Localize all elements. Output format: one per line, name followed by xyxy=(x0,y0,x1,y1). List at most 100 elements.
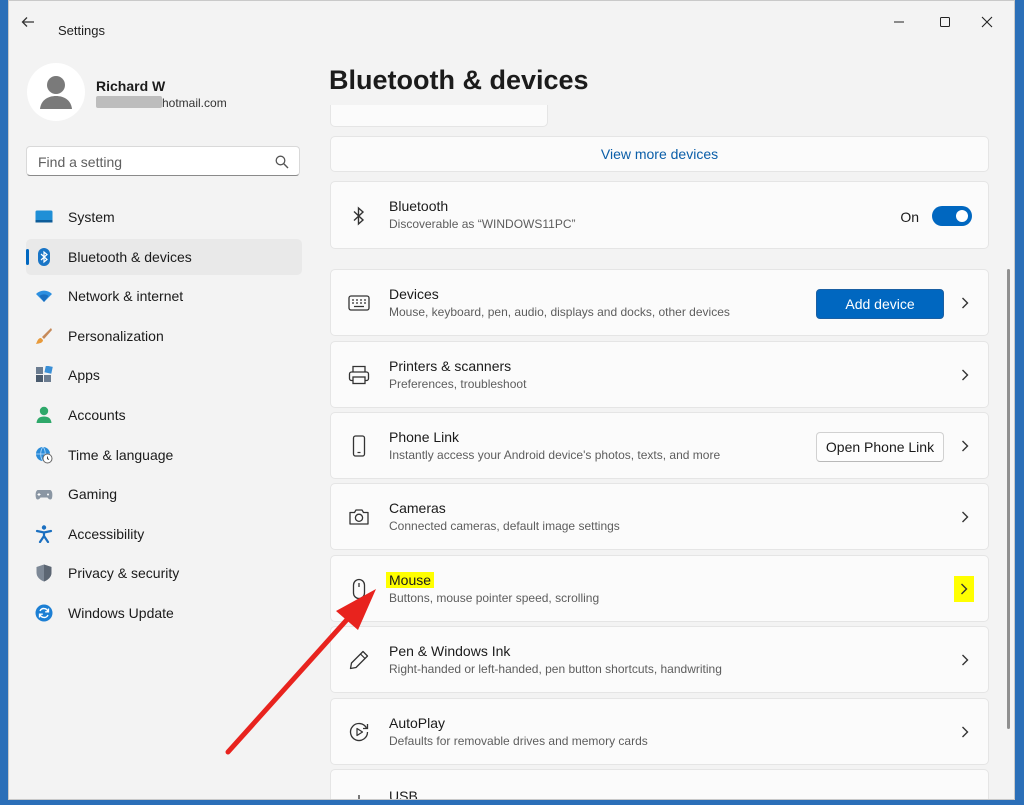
chevron-right-icon xyxy=(962,297,969,309)
close-icon xyxy=(981,16,993,28)
add-device-button[interactable]: Add device xyxy=(816,289,944,319)
sidebar-item-label: Bluetooth & devices xyxy=(68,248,192,265)
sidebar-item-label: Personalization xyxy=(68,327,164,344)
bluetooth-icon xyxy=(38,247,50,266)
email-redaction xyxy=(96,96,162,108)
maximize-icon xyxy=(940,17,950,27)
row-mouse[interactable]: Mouse Buttons, mouse pointer speed, scro… xyxy=(330,555,989,622)
globe-clock-icon xyxy=(36,446,53,464)
app-title: Settings xyxy=(58,23,105,38)
camera-icon xyxy=(349,509,369,525)
sidebar-nav: System Bluetooth & devices Network & int… xyxy=(26,199,302,635)
row-autoplay[interactable]: AutoPlay Defaults for removable drives a… xyxy=(330,698,989,765)
bluetooth-card: Bluetooth Discoverable as “WINDOWS11PC” … xyxy=(330,181,989,249)
open-phone-link-button[interactable]: Open Phone Link xyxy=(816,432,944,462)
row-desc: Instantly access your Android device's p… xyxy=(389,448,721,462)
sidebar-item-personalization[interactable]: Personalization xyxy=(26,318,302,354)
close-button[interactable] xyxy=(964,7,1010,37)
brush-icon xyxy=(36,327,52,344)
sidebar-item-gaming[interactable]: Gaming xyxy=(26,476,302,512)
device-card-partial xyxy=(330,105,548,127)
row-printers-scanners[interactable]: Printers & scanners Preferences, trouble… xyxy=(330,341,989,408)
row-desc: Defaults for removable drives and memory… xyxy=(389,734,648,748)
user-email-suffix: hotmail.com xyxy=(162,96,227,110)
row-title: Printers & scanners xyxy=(389,358,512,374)
avatar[interactable] xyxy=(27,63,85,121)
sidebar-item-label: Accounts xyxy=(68,406,126,423)
minimize-icon xyxy=(894,21,904,23)
title-bar: Settings xyxy=(9,1,1014,41)
chevron-right-icon xyxy=(961,583,968,595)
view-more-devices-link[interactable]: View more devices xyxy=(601,146,718,162)
row-cameras[interactable]: Cameras Connected cameras, default image… xyxy=(330,483,989,550)
bluetooth-title: Bluetooth xyxy=(389,198,449,214)
row-title: Pen & Windows Ink xyxy=(389,643,511,659)
chevron-right-icon xyxy=(962,511,969,523)
sidebar-item-label: Apps xyxy=(68,367,100,384)
gamepad-icon xyxy=(35,490,53,500)
row-desc: Connected cameras, default image setting… xyxy=(389,519,620,533)
sidebar-item-label: Time & language xyxy=(68,446,174,463)
minimize-button[interactable] xyxy=(876,7,922,37)
search-icon[interactable] xyxy=(275,155,289,169)
page-title: Bluetooth & devices xyxy=(329,65,589,95)
sidebar-item-label: System xyxy=(68,209,115,225)
search-input[interactable] xyxy=(36,152,270,172)
search-box[interactable] xyxy=(26,146,300,176)
chevron-right-icon xyxy=(962,654,969,666)
row-title: Mouse xyxy=(386,572,435,588)
keyboard-icon xyxy=(348,295,370,311)
sidebar-item-bluetooth[interactable]: Bluetooth & devices xyxy=(26,238,302,275)
chevron-right-icon xyxy=(962,369,969,381)
sidebar-item-windows-update[interactable]: Windows Update xyxy=(26,595,302,631)
bluetooth-icon xyxy=(353,206,365,226)
sidebar-item-time-language[interactable]: Time & language xyxy=(26,437,302,473)
row-title: Phone Link xyxy=(389,429,460,445)
row-title: Devices xyxy=(389,286,439,302)
pen-icon xyxy=(349,650,369,670)
row-desc: Buttons, mouse pointer speed, scrolling xyxy=(389,591,600,605)
mouse-icon xyxy=(352,578,366,600)
chevron-right-icon xyxy=(962,440,969,452)
row-title: USB xyxy=(389,788,418,800)
row-desc: Preferences, troubleshoot xyxy=(389,377,527,391)
row-desc: Mouse, keyboard, pen, audio, displays an… xyxy=(389,305,730,319)
bluetooth-toggle-state: On xyxy=(900,209,919,225)
system-icon xyxy=(35,210,53,223)
row-devices[interactable]: Devices Mouse, keyboard, pen, audio, dis… xyxy=(330,269,989,336)
settings-window: Settings Richard W hotmail.com System Bl xyxy=(8,0,1015,800)
view-more-devices-card[interactable]: View more devices xyxy=(330,136,989,172)
back-arrow-icon xyxy=(21,17,34,27)
sidebar-item-system[interactable]: System xyxy=(26,199,302,235)
sidebar-item-network[interactable]: Network & internet xyxy=(26,278,302,314)
autoplay-icon xyxy=(349,722,369,742)
chevron-highlight[interactable] xyxy=(954,576,974,602)
phone-icon xyxy=(352,435,366,457)
printer-icon xyxy=(348,365,370,385)
apps-icon xyxy=(36,366,53,383)
sidebar-item-label: Privacy & security xyxy=(68,565,180,582)
scrollbar[interactable] xyxy=(1007,269,1010,729)
sidebar-item-privacy-security[interactable]: Privacy & security xyxy=(26,555,302,591)
usb-icon xyxy=(358,795,360,799)
sidebar-item-label: Network & internet xyxy=(68,288,184,305)
row-usb[interactable]: USB xyxy=(330,769,989,800)
row-pen-windows-ink[interactable]: Pen & Windows Ink Right-handed or left-h… xyxy=(330,626,989,693)
sidebar-item-accessibility[interactable]: Accessibility xyxy=(26,516,302,552)
person-avatar-icon xyxy=(40,76,72,109)
bluetooth-desc: Discoverable as “WINDOWS11PC” xyxy=(389,217,576,231)
wifi-icon xyxy=(36,290,52,303)
sidebar-item-label: Gaming xyxy=(68,486,118,503)
sidebar-item-accounts[interactable]: Accounts xyxy=(26,397,302,433)
bluetooth-toggle[interactable] xyxy=(932,206,972,226)
accessibility-icon xyxy=(35,525,53,543)
row-phone-link[interactable]: Phone Link Instantly access your Android… xyxy=(330,412,989,479)
shield-icon xyxy=(36,564,52,582)
person-icon xyxy=(36,406,52,423)
update-icon xyxy=(35,604,53,622)
row-title: AutoPlay xyxy=(389,715,446,731)
chevron-right-icon xyxy=(962,726,969,738)
back-button[interactable] xyxy=(21,15,41,35)
sidebar-item-apps[interactable]: Apps xyxy=(26,357,302,393)
maximize-button[interactable] xyxy=(922,7,968,37)
